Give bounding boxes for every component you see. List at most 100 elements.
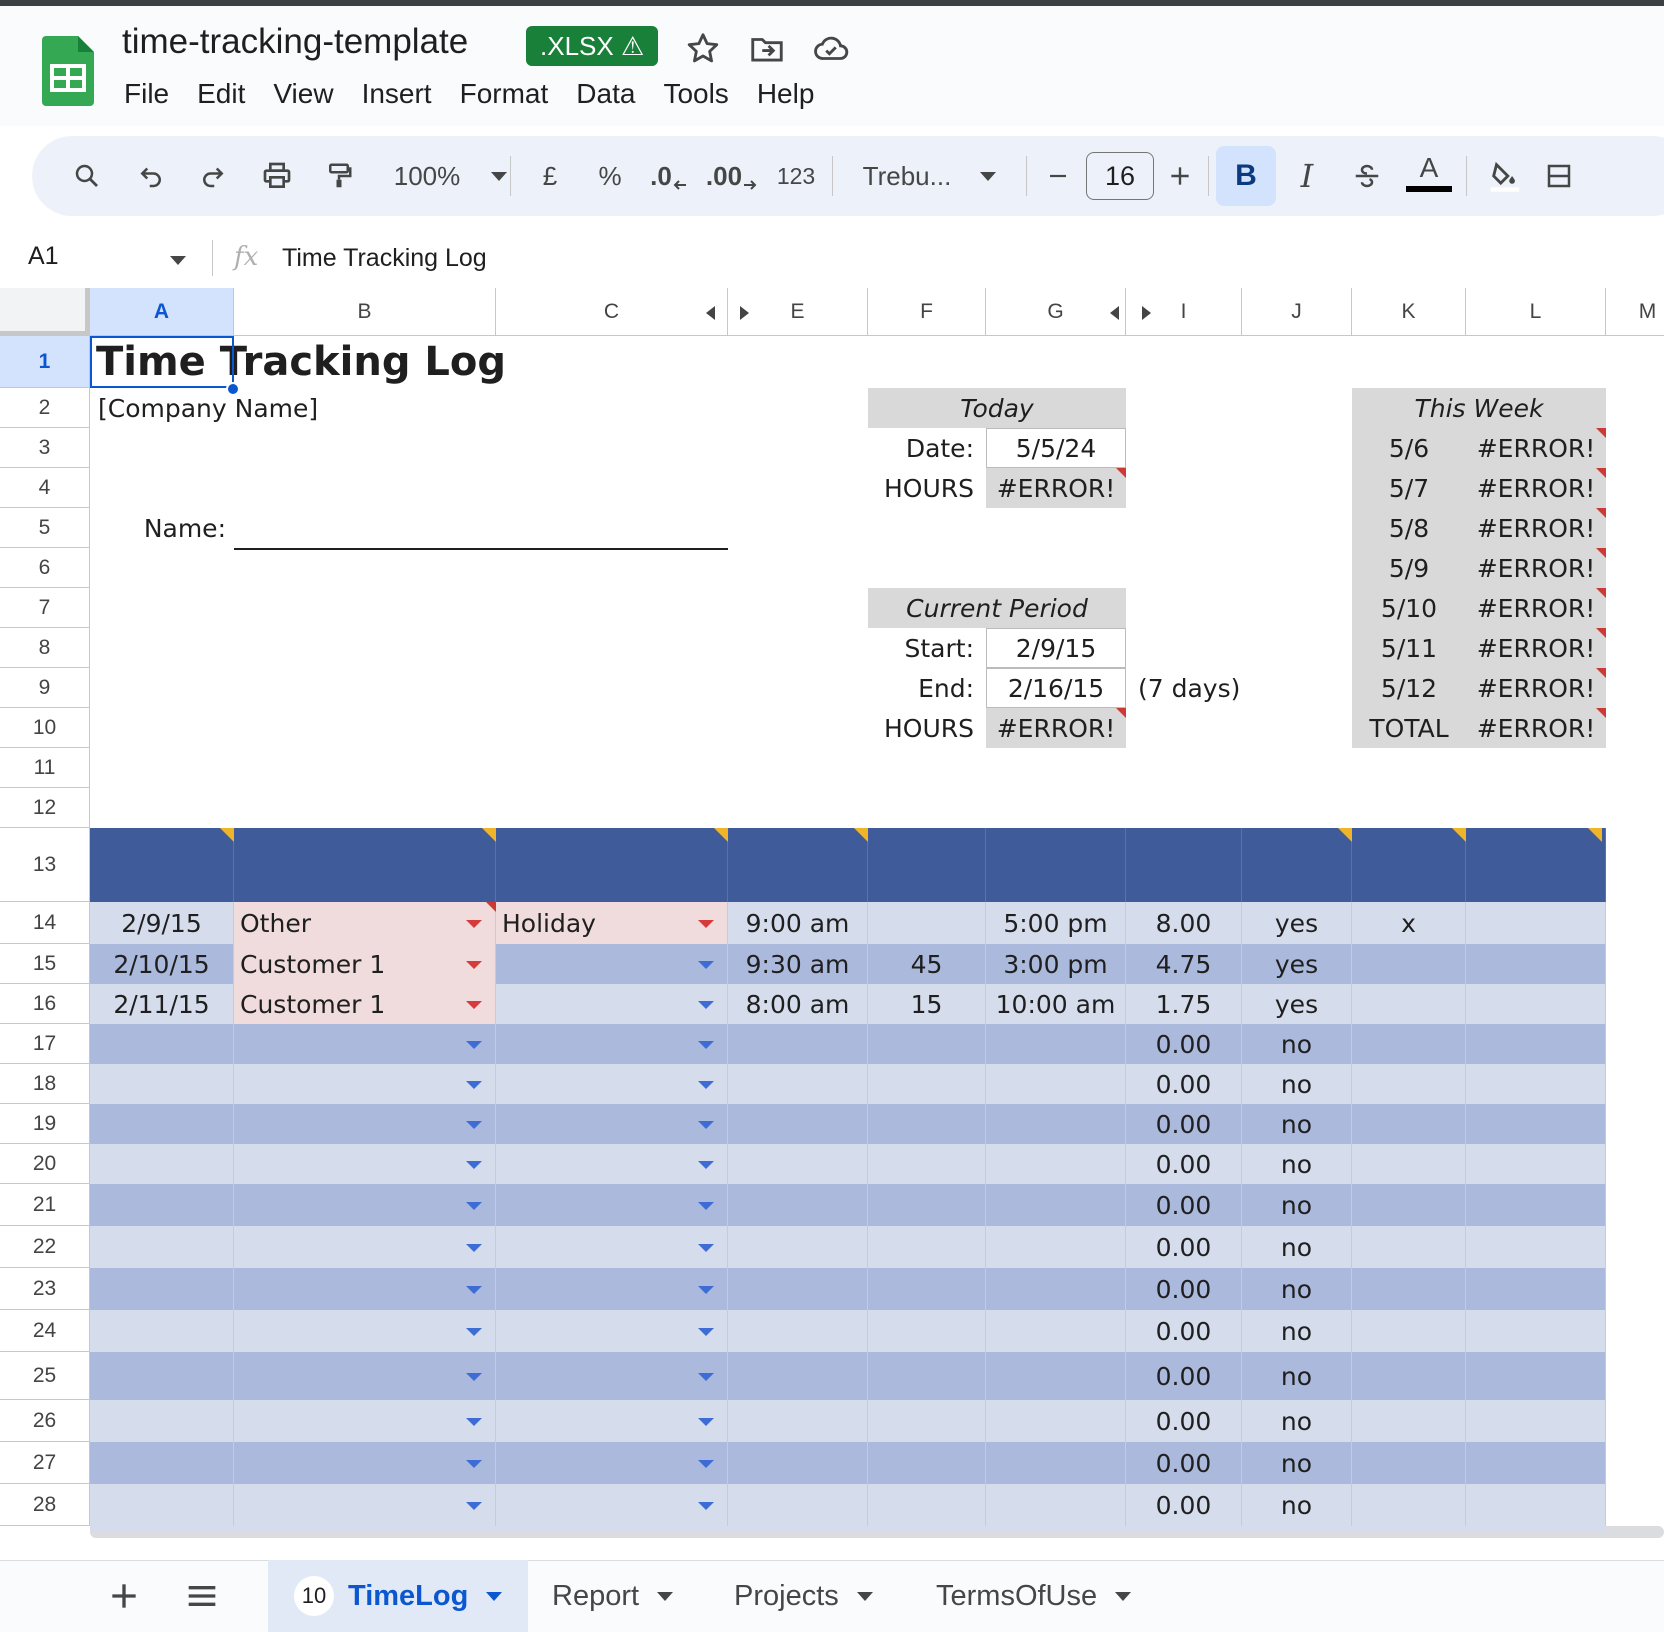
dropdown-arrow-icon[interactable] (466, 1202, 482, 1210)
week-day-hours[interactable]: #ERROR! (1466, 628, 1606, 668)
row-header-28[interactable]: 28 (0, 1484, 90, 1526)
dropdown-arrow-icon[interactable] (698, 1081, 714, 1089)
hidden-columns-right-arrow-icon[interactable] (1142, 306, 1151, 320)
log-cell-start[interactable] (728, 1184, 868, 1226)
row-header-22[interactable]: 22 (0, 1226, 90, 1268)
row-header-7[interactable]: 7 (0, 588, 90, 628)
menu-insert[interactable]: Insert (348, 78, 446, 110)
log-header-invoice[interactable] (1466, 828, 1606, 902)
cloud-status-icon[interactable] (812, 30, 850, 68)
dropdown-arrow-icon[interactable] (466, 1460, 482, 1468)
dropdown-arrow-icon[interactable] (698, 1161, 714, 1169)
column-header-m[interactable]: M (1606, 288, 1664, 336)
row-header-20[interactable]: 20 (0, 1144, 90, 1184)
log-cell-invoice[interactable] (1466, 1484, 1606, 1526)
tab-dropdown-icon[interactable] (486, 1591, 503, 1601)
paint-format-icon[interactable] (312, 136, 366, 216)
log-cell-date[interactable] (90, 1352, 234, 1400)
log-cell-end[interactable] (986, 1184, 1126, 1226)
log-cell-task[interactable] (496, 1484, 728, 1526)
log-cell-hours[interactable]: 0.00 (1126, 1400, 1242, 1442)
log-cell-billed[interactable] (1352, 1442, 1466, 1484)
log-cell-end[interactable] (986, 1310, 1126, 1352)
period-start-value[interactable]: 2/9/15 (986, 628, 1126, 668)
log-cell-breaks[interactable] (868, 1310, 986, 1352)
tab-terms-of-use[interactable]: TermsOfUse (936, 1560, 1132, 1632)
log-cell-project[interactable] (234, 1442, 496, 1484)
log-cell-current[interactable]: yes (1242, 902, 1352, 944)
row-header-19[interactable]: 19 (0, 1104, 90, 1144)
week-total-value[interactable]: #ERROR! (1466, 708, 1606, 748)
move-to-folder-icon[interactable] (748, 30, 786, 68)
log-cell-billed[interactable] (1352, 1184, 1466, 1226)
log-cell-hours[interactable]: 1.75 (1126, 984, 1242, 1024)
row-header-9[interactable]: 9 (0, 668, 90, 708)
row-header-26[interactable]: 26 (0, 1400, 90, 1442)
log-cell-hours[interactable]: 4.75 (1126, 944, 1242, 984)
dropdown-arrow-icon[interactable] (698, 1121, 714, 1129)
row-header-17[interactable]: 17 (0, 1024, 90, 1064)
log-cell-current[interactable]: no (1242, 1352, 1352, 1400)
log-cell-task[interactable] (496, 1024, 728, 1064)
log-cell-current[interactable]: no (1242, 1064, 1352, 1104)
log-cell-breaks[interactable] (868, 1484, 986, 1526)
log-cell-start[interactable]: 9:30 am (728, 944, 868, 984)
log-cell-end[interactable] (986, 1226, 1126, 1268)
log-cell-current[interactable]: no (1242, 1442, 1352, 1484)
row-header-1[interactable]: 1 (0, 336, 90, 388)
dropdown-arrow-icon[interactable] (466, 1081, 482, 1089)
log-cell-date[interactable]: 2/10/15 (90, 944, 234, 984)
log-cell-project[interactable] (234, 1184, 496, 1226)
log-cell-task[interactable] (496, 1310, 728, 1352)
log-header-project[interactable] (234, 828, 496, 902)
row-header-2[interactable]: 2 (0, 388, 90, 428)
log-cell-date[interactable] (90, 1484, 234, 1526)
log-cell-date[interactable] (90, 1024, 234, 1064)
row-header-21[interactable]: 21 (0, 1184, 90, 1226)
log-cell-invoice[interactable] (1466, 1352, 1606, 1400)
log-cell-billed[interactable] (1352, 1104, 1466, 1144)
log-cell-breaks[interactable] (868, 1144, 986, 1184)
log-cell-current[interactable]: no (1242, 1184, 1352, 1226)
log-cell-breaks[interactable]: 45 (868, 944, 986, 984)
menu-file[interactable]: File (110, 78, 183, 110)
log-cell-invoice[interactable] (1466, 902, 1606, 944)
log-cell-date[interactable] (90, 1104, 234, 1144)
log-cell-project[interactable]: Other (234, 902, 496, 944)
log-cell-project[interactable] (234, 1268, 496, 1310)
row-header-4[interactable]: 4 (0, 468, 90, 508)
log-header-task[interactable] (496, 828, 728, 902)
log-cell-breaks[interactable] (868, 1352, 986, 1400)
company-name[interactable]: [Company Name] (92, 388, 318, 428)
log-cell-billed[interactable]: x (1352, 902, 1466, 944)
dropdown-arrow-icon[interactable] (698, 920, 714, 928)
select-all-corner[interactable] (0, 288, 90, 336)
log-cell-breaks[interactable] (868, 1442, 986, 1484)
strikethrough-icon[interactable] (1342, 136, 1392, 216)
row-header-18[interactable]: 18 (0, 1064, 90, 1104)
star-icon[interactable] (684, 30, 722, 68)
log-cell-project[interactable] (234, 1400, 496, 1442)
log-cell-billed[interactable] (1352, 1268, 1466, 1310)
dropdown-arrow-icon[interactable] (698, 1328, 714, 1336)
font-dropdown-icon[interactable] (968, 136, 1008, 216)
column-header-j[interactable]: J (1242, 288, 1352, 336)
log-cell-task[interactable] (496, 1226, 728, 1268)
log-cell-end[interactable] (986, 1352, 1126, 1400)
dropdown-arrow-icon[interactable] (466, 961, 482, 969)
log-cell-invoice[interactable] (1466, 1064, 1606, 1104)
tab-dropdown-icon[interactable] (856, 1591, 873, 1601)
row-header-25[interactable]: 25 (0, 1352, 90, 1400)
log-cell-start[interactable] (728, 1442, 868, 1484)
hidden-columns-left-arrow-icon[interactable] (706, 306, 715, 320)
log-cell-start[interactable]: 9:00 am (728, 902, 868, 944)
log-cell-breaks[interactable] (868, 1104, 986, 1144)
row-header-11[interactable]: 11 (0, 748, 90, 788)
dropdown-arrow-icon[interactable] (466, 1244, 482, 1252)
log-cell-hours[interactable]: 0.00 (1126, 1226, 1242, 1268)
log-cell-end[interactable]: 5:00 pm (986, 902, 1126, 944)
tab-dropdown-icon[interactable] (657, 1591, 674, 1601)
tab-report[interactable]: Report (552, 1560, 674, 1632)
dropdown-arrow-icon[interactable] (466, 1373, 482, 1381)
hidden-columns-right-arrow-icon[interactable] (740, 306, 749, 320)
